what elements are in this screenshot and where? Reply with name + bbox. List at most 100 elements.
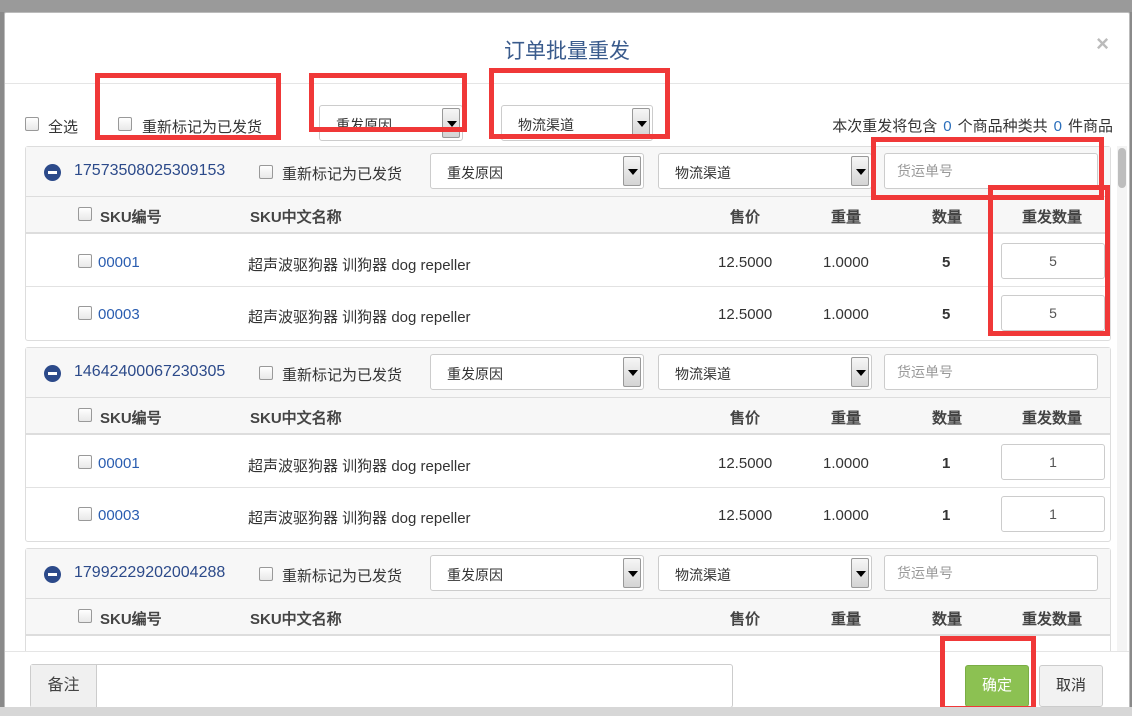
order-id: 17992229202004288 (74, 564, 226, 581)
items-table-header: SKU编号 SKU中文名称 售价 重量 数量 重发数量 (26, 599, 1110, 636)
order-remark-shipped-checkbox[interactable] (259, 567, 273, 581)
dialog-title: 订单批量重发 (504, 40, 630, 63)
order-id: 17573508025309153 (74, 162, 226, 179)
remark-input[interactable] (98, 665, 732, 707)
price: 12.5000 (718, 306, 773, 323)
header-price: 售价 (730, 209, 761, 226)
confirm-button[interactable]: 确定 (965, 665, 1029, 707)
quantity: 5 (942, 254, 951, 271)
product-count: 0 (1053, 118, 1062, 135)
page-backdrop (0, 0, 1132, 12)
sku-link[interactable]: 00001 (98, 254, 140, 271)
product-kinds-count: 0 (943, 118, 952, 135)
table-row: 00003 超声波驱狗器 训狗器 dog repeller 12.5000 1.… (26, 489, 1110, 540)
order-reason-select[interactable]: 重发原因 (430, 153, 644, 189)
tracking-number-field[interactable] (885, 556, 1097, 590)
header-sku-code: SKU编号 (100, 611, 162, 628)
orders-scrollbar[interactable] (1117, 146, 1127, 651)
price: 12.5000 (718, 455, 773, 472)
header-sku-name: SKU中文名称 (250, 209, 342, 226)
chevron-down-icon (623, 558, 641, 588)
order-channel-select[interactable]: 物流渠道 (658, 354, 872, 390)
sku-name: 超声波驱狗器 训狗器 dog repeller (248, 458, 471, 475)
batch-reason-select[interactable]: 重发原因 (319, 105, 463, 141)
header-weight: 重量 (831, 410, 862, 427)
row-checkbox[interactable] (78, 254, 92, 268)
cancel-button[interactable]: 取消 (1039, 665, 1103, 707)
header-sku-name: SKU中文名称 (250, 611, 342, 628)
sku-link[interactable]: 00003 (98, 507, 140, 524)
weight: 1.0000 (823, 455, 869, 472)
sku-name: 超声波驱狗器 训狗器 dog repeller (248, 510, 471, 527)
order-header: 14642400067230305 重新标记为已发货 重发原因 物流渠道 (26, 348, 1110, 398)
resend-qty-input[interactable]: 1 (1001, 444, 1105, 480)
header-sku-name: SKU中文名称 (250, 410, 342, 427)
header-price: 售价 (730, 410, 761, 427)
summary-mid: 个商品种类共 (957, 118, 1048, 135)
quantity: 5 (942, 306, 951, 323)
order-channel-value: 物流渠道 (675, 567, 731, 583)
collapse-minus-icon[interactable] (44, 566, 61, 583)
weight: 1.0000 (823, 507, 869, 524)
resend-summary: 本次重发将包含 0 个商品种类共 0 件商品 (832, 115, 1113, 136)
sku-link[interactable]: 00001 (98, 455, 140, 472)
order-channel-select[interactable]: 物流渠道 (658, 555, 872, 591)
remark-label: 备注 (31, 665, 97, 707)
tracking-number-input[interactable] (884, 153, 1098, 189)
header-quantity: 数量 (932, 410, 963, 427)
order-remark-shipped-label: 重新标记为已发货 (282, 367, 403, 384)
resend-qty-input[interactable]: 5 (1001, 243, 1105, 279)
summary-suffix: 件商品 (1067, 118, 1113, 135)
close-icon[interactable]: × (1096, 31, 1109, 57)
order-remark-shipped-label: 重新标记为已发货 (282, 166, 403, 183)
row-checkbox[interactable] (78, 507, 92, 521)
select-all-checkbox[interactable] (25, 117, 39, 131)
items-select-all-checkbox[interactable] (78, 609, 92, 623)
order-header: 17573508025309153 重新标记为已发货 重发原因 物流渠道 (26, 147, 1110, 197)
order-channel-value: 物流渠道 (675, 165, 731, 181)
tracking-number-field[interactable] (885, 355, 1097, 389)
batch-remark-shipped-label: 重新标记为已发货 (142, 119, 263, 136)
row-checkbox[interactable] (78, 306, 92, 320)
price: 12.5000 (718, 254, 773, 271)
summary-prefix: 本次重发将包含 (832, 118, 938, 135)
order-reason-value: 重发原因 (447, 366, 503, 382)
quantity: 1 (942, 455, 951, 472)
sku-name: 超声波驱狗器 训狗器 dog repeller (248, 309, 471, 326)
chevron-down-icon (851, 357, 869, 387)
order-remark-shipped-checkbox[interactable] (259, 165, 273, 179)
resend-qty-input[interactable]: 1 (1001, 496, 1105, 532)
sku-name: 超声波驱狗器 训狗器 dog repeller (248, 257, 471, 274)
scrollbar-thumb[interactable] (1118, 148, 1126, 188)
collapse-minus-icon[interactable] (44, 365, 61, 382)
order-header: 17992229202004288 重新标记为已发货 重发原因 物流渠道 (26, 549, 1110, 599)
items-select-all-checkbox[interactable] (78, 408, 92, 422)
batch-channel-select[interactable]: 物流渠道 (501, 105, 653, 141)
table-row: 00001 超声波驱狗器 训狗器 dog repeller 12.5000 1.… (26, 437, 1110, 488)
order-remark-shipped-checkbox[interactable] (259, 366, 273, 380)
header-sku-code: SKU编号 (100, 410, 162, 427)
header-price: 售价 (730, 611, 761, 628)
order-reason-select[interactable]: 重发原因 (430, 555, 644, 591)
items-select-all-checkbox[interactable] (78, 207, 92, 221)
row-checkbox[interactable] (78, 455, 92, 469)
order-channel-select[interactable]: 物流渠道 (658, 153, 872, 189)
order-reason-select[interactable]: 重发原因 (430, 354, 644, 390)
header-resend-qty: 重发数量 (1022, 611, 1083, 628)
batch-reason-value: 重发原因 (336, 117, 392, 133)
batch-channel-value: 物流渠道 (518, 117, 574, 133)
select-all-label: 全选 (48, 119, 79, 136)
batch-remark-shipped-checkbox[interactable] (118, 117, 132, 131)
tracking-number-input[interactable] (884, 555, 1098, 591)
remark-input-group: 备注 (30, 664, 733, 708)
tracking-number-input[interactable] (884, 354, 1098, 390)
price: 12.5000 (718, 507, 773, 524)
order-block: 14642400067230305 重新标记为已发货 重发原因 物流渠道 SKU… (25, 347, 1111, 542)
weight: 1.0000 (823, 254, 869, 271)
collapse-minus-icon[interactable] (44, 164, 61, 181)
tracking-number-field[interactable] (885, 154, 1097, 188)
order-block: 17573508025309153 重新标记为已发货 重发原因 物流渠道 SKU… (25, 146, 1111, 341)
sku-link[interactable]: 00003 (98, 306, 140, 323)
resend-qty-input[interactable]: 5 (1001, 295, 1105, 331)
chevron-down-icon (632, 108, 650, 138)
